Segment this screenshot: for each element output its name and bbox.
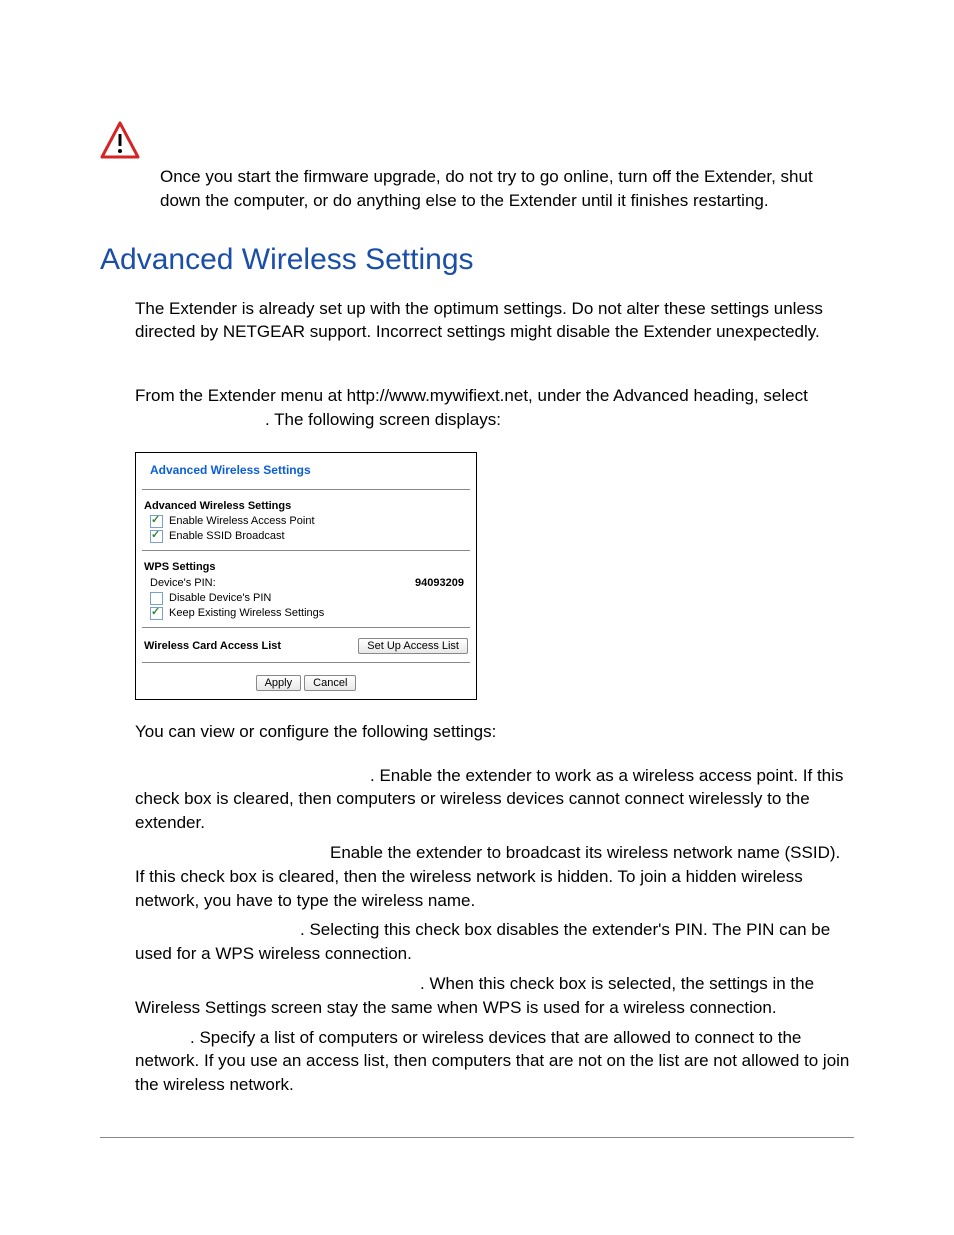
section-heading: Advanced Wireless Settings [100, 243, 854, 277]
panel-title: Advanced Wireless Settings [142, 453, 470, 490]
intro-paragraph: The Extender is already set up with the … [100, 297, 854, 345]
checkbox-enable-ap[interactable] [150, 515, 163, 528]
document-page: Once you start the firmware upgrade, do … [0, 0, 954, 1178]
nav-paragraph: From the Extender menu at http://www.myw… [100, 384, 854, 432]
desc-enable-ssid: Enable the extender to broadcast its wir… [135, 841, 854, 912]
setup-access-list-button[interactable]: Set Up Access List [358, 638, 468, 654]
label-keep-existing: Keep Existing Wireless Settings [169, 607, 324, 619]
desc-disable-pin: . Selecting this check box disables the … [135, 918, 854, 966]
nav-line-1: From the Extender menu at http://www.myw… [135, 386, 808, 405]
warning-text: Once you start the firmware upgrade, do … [160, 120, 854, 213]
checkbox-disable-pin[interactable] [150, 592, 163, 605]
panel-divider [142, 550, 470, 551]
warning-icon [100, 120, 140, 160]
row-keep-existing: Keep Existing Wireless Settings [136, 606, 476, 621]
panel-wps-label: WPS Settings [136, 557, 476, 575]
desc-disable-pin-text: . Selecting this check box disables the … [135, 920, 830, 963]
footer-rule [100, 1137, 854, 1138]
checkbox-enable-ssid[interactable] [150, 530, 163, 543]
desc-access-list: . Specify a list of computers or wireles… [135, 1026, 854, 1097]
row-device-pin: Device's PIN: 94093209 [136, 575, 476, 591]
warning-icon-wrap [100, 120, 160, 160]
desc-keep-existing-text: . When this check box is selected, the s… [135, 974, 814, 1017]
desc-access-list-text: . Specify a list of computers or wireles… [135, 1028, 849, 1095]
label-enable-ssid: Enable SSID Broadcast [169, 530, 285, 542]
desc-enable-ssid-text: Enable the extender to broadcast its wir… [135, 843, 840, 910]
settings-descriptions: . Enable the extender to work as a wirel… [100, 764, 854, 1097]
panel-adv-label: Advanced Wireless Settings [136, 496, 476, 514]
label-disable-pin: Disable Device's PIN [169, 592, 271, 604]
row-enable-ap: Enable Wireless Access Point [136, 514, 476, 529]
nav-line-2: . The following screen displays: [135, 408, 854, 432]
desc-enable-ap-text: . Enable the extender to work as a wirel… [135, 766, 843, 833]
row-enable-ssid: Enable SSID Broadcast [136, 529, 476, 544]
row-access-list: Wireless Card Access List Set Up Access … [136, 634, 476, 656]
label-device-pin: Device's PIN: [150, 577, 216, 589]
panel-divider-3 [142, 662, 470, 663]
desc-enable-ap: . Enable the extender to work as a wirel… [135, 764, 854, 835]
settings-intro: You can view or configure the following … [100, 720, 854, 744]
label-enable-ap: Enable Wireless Access Point [169, 515, 315, 527]
warning-block: Once you start the firmware upgrade, do … [100, 120, 854, 213]
row-disable-pin: Disable Device's PIN [136, 591, 476, 606]
cancel-button[interactable]: Cancel [304, 675, 356, 691]
settings-panel-screenshot: Advanced Wireless Settings Advanced Wire… [135, 452, 477, 700]
panel-button-row: Apply Cancel [136, 669, 476, 691]
panel-divider-2 [142, 627, 470, 628]
checkbox-keep-existing[interactable] [150, 607, 163, 620]
desc-keep-existing: . When this check box is selected, the s… [135, 972, 854, 1020]
label-access-list: Wireless Card Access List [144, 640, 281, 652]
value-device-pin: 94093209 [415, 577, 464, 589]
apply-button[interactable]: Apply [256, 675, 302, 691]
